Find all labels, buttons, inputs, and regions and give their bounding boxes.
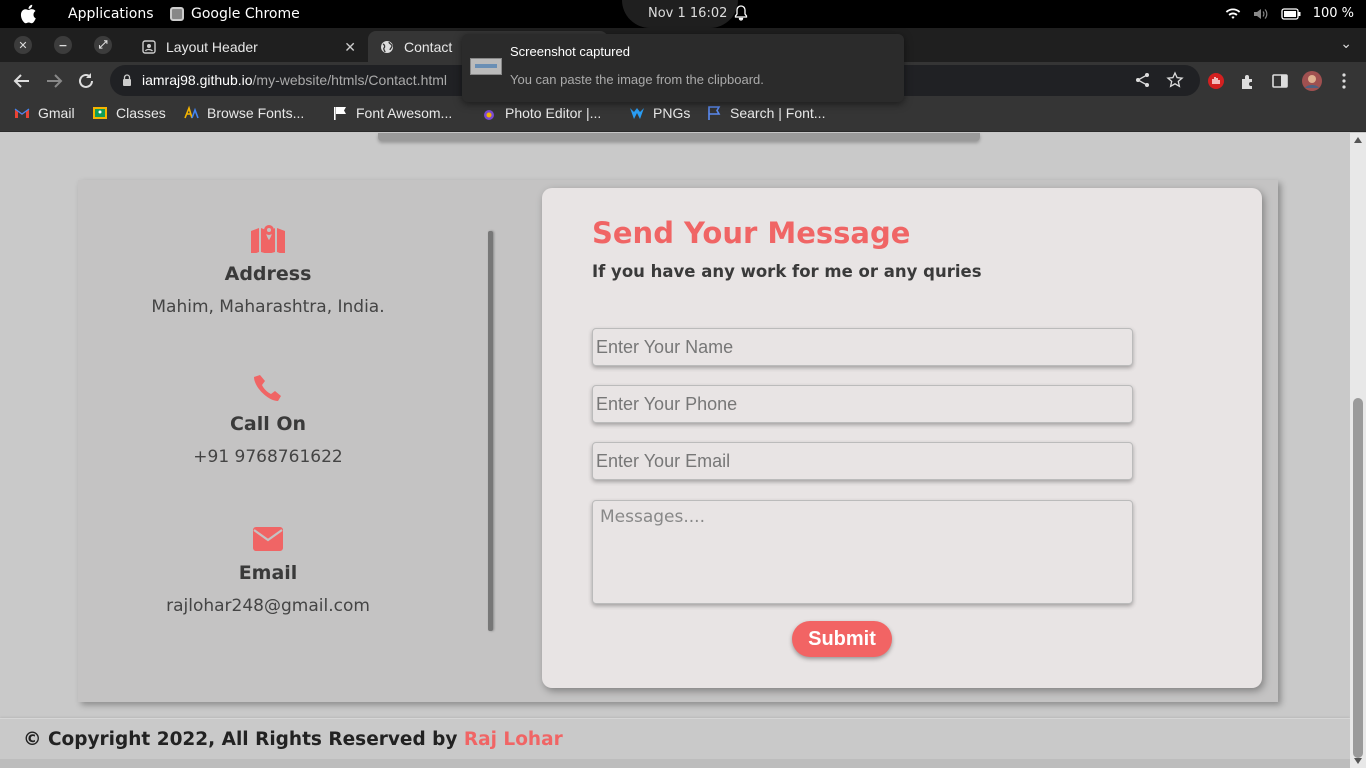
address-value: Mahim, Maharashtra, India.: [151, 297, 385, 317]
battery-percentage: 100 %: [1312, 6, 1354, 21]
bookmark-label: Classes: [116, 105, 166, 121]
form-subtitle: If you have any work for me or any qurie…: [592, 262, 982, 281]
pngs-icon: [630, 108, 644, 119]
forward-arrow-icon[interactable]: [43, 70, 65, 92]
bookmark-label: Gmail: [38, 105, 75, 121]
email-input[interactable]: [592, 442, 1133, 480]
bookmark-pngs[interactable]: PNGs: [629, 105, 690, 121]
phone-icon: [254, 375, 281, 401]
bottom-strip: [0, 759, 1350, 768]
phone-block: Call On +91 9768761622: [78, 373, 458, 467]
kebab-menu-icon[interactable]: [1335, 72, 1353, 90]
wifi-icon: [1225, 7, 1240, 19]
submit-button[interactable]: Submit: [792, 621, 892, 657]
chrome-app-icon: [170, 7, 184, 21]
bookmarks-bar: Gmail Classes Browse Fonts... Font Aweso…: [0, 100, 1366, 132]
back-arrow-icon[interactable]: [11, 70, 33, 92]
tab-label: Layout Header: [166, 38, 258, 55]
side-panel-icon[interactable]: [1271, 72, 1289, 90]
tab-close-icon[interactable]: ✕: [344, 39, 356, 56]
screenshot-notification[interactable]: Screenshot captured You can paste the im…: [462, 34, 904, 102]
page-icon: [142, 39, 156, 54]
address-block: Address Mahim, Maharashtra, India.: [78, 223, 458, 317]
adblock-extension-icon[interactable]: [1207, 72, 1225, 90]
screenshot-thumbnail: [470, 58, 502, 75]
address-title: Address: [224, 263, 312, 285]
form-title: Send Your Message: [592, 216, 911, 250]
copyright-label: © Copyright 2022, All Rights Reserved by: [23, 729, 464, 750]
envelope-icon: [253, 527, 283, 551]
active-app-label: Google Chrome: [191, 6, 300, 22]
bookmark-label: Font Awesom...: [356, 105, 453, 121]
copyright-text: © Copyright 2022, All Rights Reserved by…: [23, 729, 563, 750]
contact-section: Address Mahim, Maharashtra, India. Call …: [78, 180, 1278, 702]
window-maximize-icon[interactable]: ⤢: [94, 36, 112, 54]
scrollbar-thumb[interactable]: [1353, 398, 1363, 758]
phone-input[interactable]: [592, 385, 1133, 423]
scroll-up-arrow-icon[interactable]: [1354, 137, 1362, 143]
extensions-puzzle-icon[interactable]: [1239, 72, 1257, 90]
bookmark-classes[interactable]: Classes: [92, 105, 166, 121]
notification-bell-icon[interactable]: [734, 5, 748, 21]
battery-icon: [1281, 7, 1301, 20]
flag-outline-icon: [708, 106, 721, 120]
url-domain: iamraj98.github.io: [142, 72, 253, 88]
gmail-icon: [14, 108, 30, 118]
photo-icon: [484, 110, 494, 120]
globe-icon: [381, 40, 393, 53]
author-name: Raj Lohar: [463, 729, 563, 750]
bookmark-search-font[interactable]: Search | Font...: [706, 105, 825, 121]
applications-menu[interactable]: Applications: [68, 6, 154, 22]
bookmark-photo-editor[interactable]: Photo Editor |...: [481, 105, 601, 121]
page-footer: © Copyright 2022, All Rights Reserved by…: [0, 718, 1350, 760]
notification-title: Screenshot captured: [510, 44, 630, 59]
url-text: iamraj98.github.io/my-website/htmls/Cont…: [142, 72, 447, 88]
email-value[interactable]: rajlohar248@gmail.com: [78, 596, 458, 616]
tab-search-chevron-down-icon[interactable]: ⌄: [1340, 36, 1352, 52]
tab-label: Contact: [404, 38, 453, 55]
web-page: Address Mahim, Maharashtra, India. Call …: [0, 133, 1350, 768]
bookmark-gmail[interactable]: Gmail: [14, 105, 75, 121]
active-app-indicator[interactable]: Google Chrome: [170, 6, 300, 22]
window-minimize-icon[interactable]: −: [54, 36, 72, 54]
notification-body: You can paste the image from the clipboa…: [510, 72, 764, 87]
lock-icon[interactable]: [122, 74, 132, 86]
phone-title: Call On: [229, 413, 307, 435]
bookmark-label: PNGs: [653, 105, 691, 121]
name-input[interactable]: [592, 328, 1133, 366]
scroll-down-arrow-icon[interactable]: [1354, 758, 1362, 764]
message-textarea[interactable]: [592, 500, 1133, 604]
reload-icon[interactable]: [75, 70, 97, 92]
share-icon[interactable]: [1134, 71, 1152, 89]
email-title: Email: [238, 562, 298, 584]
volume-icon: [1253, 8, 1268, 19]
apple-logo-icon[interactable]: [19, 4, 37, 24]
section-divider: [378, 133, 980, 141]
classroom-icon: [93, 107, 107, 119]
tab-layout-header[interactable]: Layout Header ✕: [130, 31, 366, 62]
system-top-bar: Applications Google Chrome Nov 1 16:02 1…: [0, 0, 1366, 28]
window-close-icon[interactable]: ✕: [14, 36, 32, 54]
profile-avatar[interactable]: [1302, 71, 1322, 91]
url-path: /my-website/htmls/Contact.html: [252, 72, 448, 88]
phone-value: +91 9768761622: [193, 447, 343, 467]
flag-icon: [334, 107, 346, 120]
page-scrollbar[interactable]: [1350, 133, 1366, 768]
bookmark-star-icon[interactable]: [1166, 71, 1184, 89]
system-tray[interactable]: 100 %: [1225, 6, 1354, 21]
bookmark-browse-fonts[interactable]: Browse Fonts...: [183, 105, 304, 121]
bookmark-label: Browse Fonts...: [207, 105, 305, 121]
email-block: Email rajlohar248@gmail.com: [78, 526, 458, 616]
map-icon: [251, 225, 285, 253]
message-form: Send Your Message If you have any work f…: [542, 188, 1262, 688]
bookmark-label: Photo Editor |...: [505, 105, 602, 121]
bookmark-label: Search | Font...: [730, 105, 826, 121]
fonts-icon: [184, 105, 199, 119]
bookmark-font-awesome[interactable]: Font Awesom...: [332, 105, 452, 121]
clock[interactable]: Nov 1 16:02: [648, 6, 727, 21]
vertical-divider: [488, 231, 493, 631]
